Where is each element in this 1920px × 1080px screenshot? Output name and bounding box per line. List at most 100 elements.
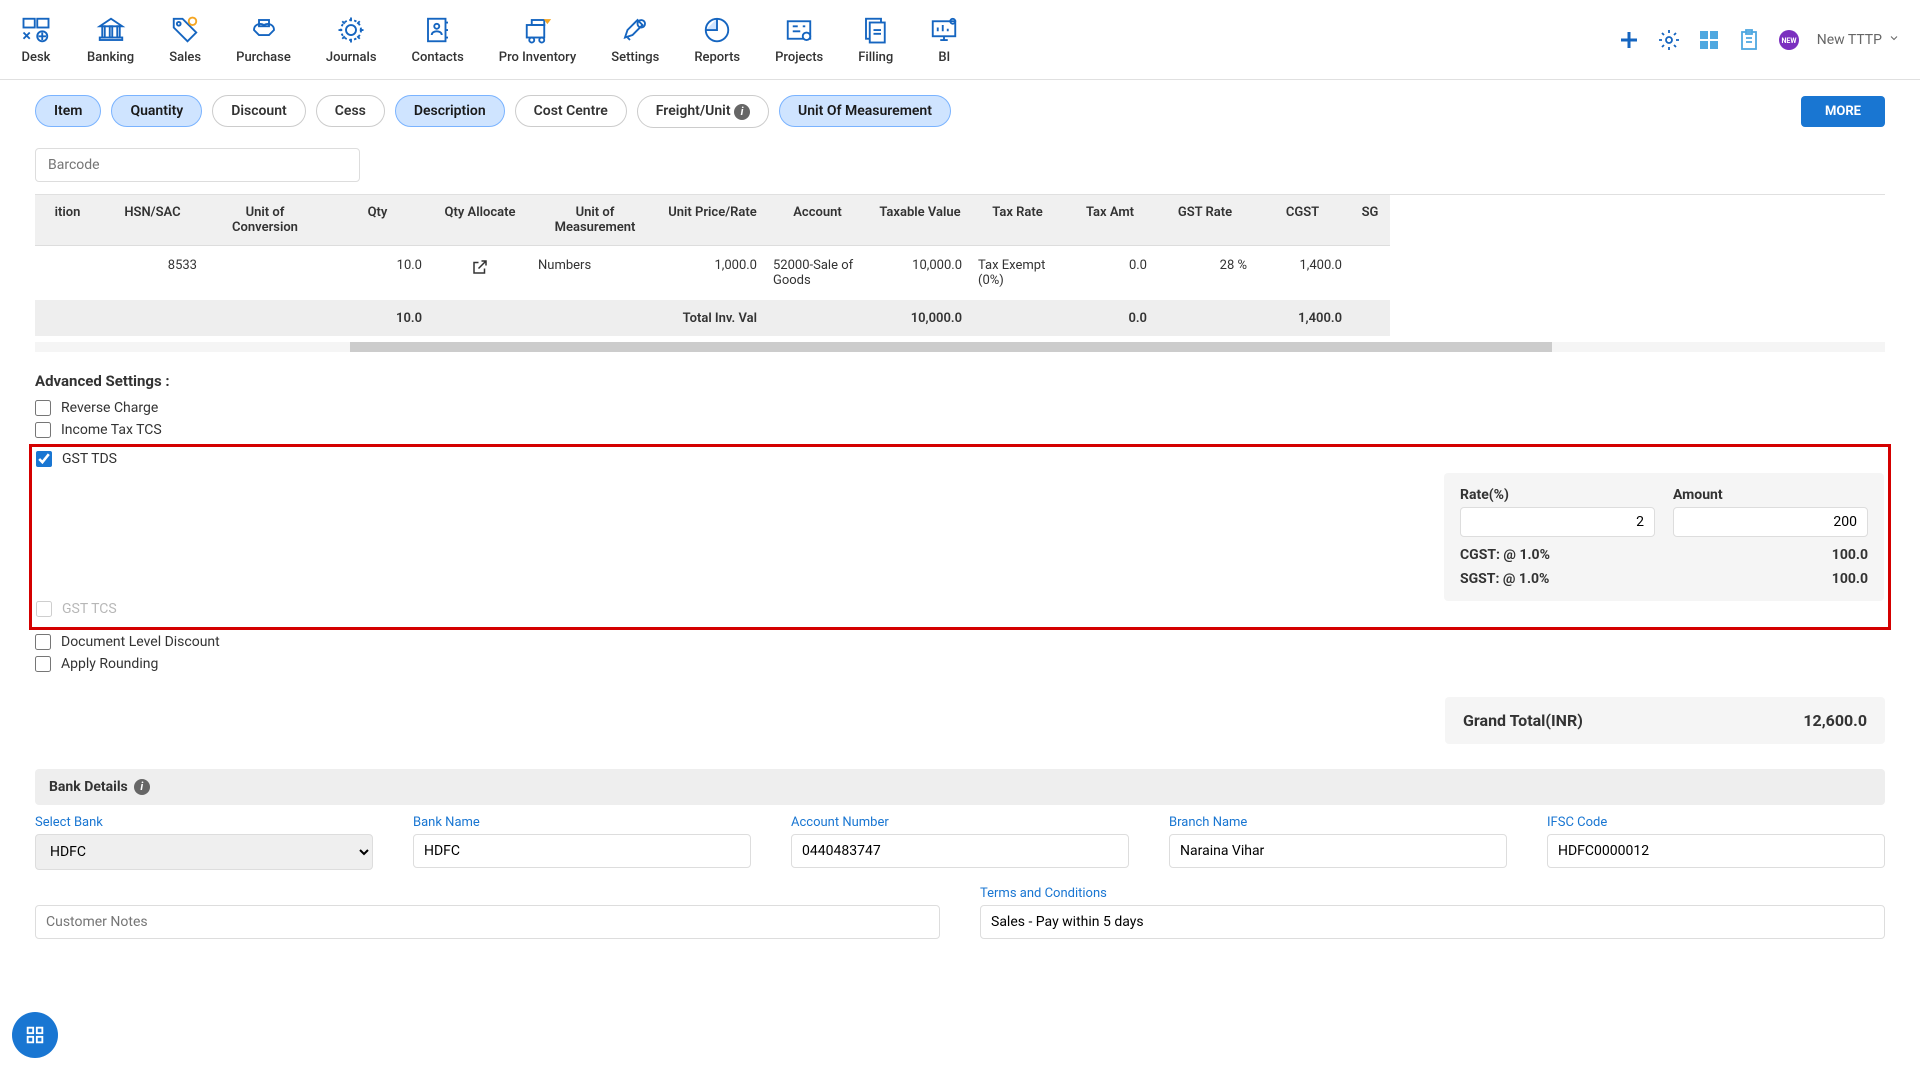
- nav-label: Banking: [87, 50, 134, 65]
- add-icon[interactable]: [1617, 28, 1641, 52]
- check-income-tax-tcs[interactable]: Income Tax TCS: [35, 422, 1885, 438]
- cell-uoc[interactable]: [205, 246, 325, 301]
- topbar-right: NEW New TTTP: [1617, 28, 1900, 52]
- account-number-input[interactable]: [791, 834, 1129, 868]
- clipboard-icon[interactable]: [1737, 28, 1761, 52]
- nav-journals[interactable]: Journals: [326, 14, 377, 65]
- cell-rate[interactable]: 1,000.0: [660, 246, 765, 301]
- check-doc-discount[interactable]: Document Level Discount: [35, 634, 1885, 650]
- col-qtyalloc: Qty Allocate: [430, 195, 530, 246]
- pill-discount[interactable]: Discount: [212, 95, 306, 127]
- nav-banking[interactable]: Banking: [87, 14, 134, 65]
- pill-cess[interactable]: Cess: [316, 95, 385, 127]
- tds-rate-input[interactable]: [1460, 507, 1655, 537]
- pill-freight[interactable]: Freight/Unit i: [637, 95, 769, 128]
- col-taxable: Taxable Value: [870, 195, 970, 246]
- cell-hsn[interactable]: 8533: [100, 246, 205, 301]
- footer-cgst: 1,400.0: [1255, 301, 1350, 336]
- nav-label: BI: [938, 50, 950, 65]
- cell-qtyalloc[interactable]: [430, 246, 530, 301]
- horizontal-scrollbar[interactable]: [35, 342, 1885, 352]
- new-badge-icon[interactable]: NEW: [1777, 28, 1801, 52]
- more-button[interactable]: MORE: [1801, 96, 1885, 127]
- line-items-table: ition HSN/SAC Unit of Conversion Qty Qty…: [35, 194, 1885, 336]
- nav-label: Purchase: [236, 50, 291, 65]
- col-hsn: HSN/SAC: [100, 195, 205, 246]
- footer-taxable: 10,000.0: [870, 301, 970, 336]
- cell-qty[interactable]: 10.0: [325, 246, 430, 301]
- projects-icon: [783, 14, 815, 46]
- col-uom: Unit of Measurement: [530, 195, 660, 246]
- open-icon[interactable]: [471, 258, 489, 276]
- col-uoc: Unit of Conversion: [205, 195, 325, 246]
- filling-icon: [860, 14, 892, 46]
- chevron-down-icon: [1888, 32, 1900, 48]
- cell-uom[interactable]: Numbers: [530, 246, 660, 301]
- check-rounding[interactable]: Apply Rounding: [35, 656, 1885, 672]
- cell-taxrate[interactable]: Tax Exempt (0%): [970, 246, 1065, 301]
- svg-text:NEW: NEW: [1781, 37, 1797, 45]
- cell-gstrate[interactable]: 28 %: [1155, 246, 1255, 301]
- nav-contacts[interactable]: Contacts: [412, 14, 464, 65]
- nav-reports[interactable]: Reports: [694, 14, 740, 65]
- pill-uom[interactable]: Unit Of Measurement: [779, 95, 951, 127]
- col-account: Account: [765, 195, 870, 246]
- footer-blank: [100, 301, 205, 336]
- cell-account[interactable]: 52000-Sale of Goods: [765, 246, 870, 301]
- tds-amount-label: Amount: [1673, 487, 1868, 503]
- check-reverse-charge[interactable]: Reverse Charge: [35, 400, 1885, 416]
- nav-projects[interactable]: Projects: [775, 14, 823, 65]
- footer-blank: [1350, 301, 1390, 336]
- nav-filling[interactable]: Filling: [858, 14, 893, 65]
- nav-settings[interactable]: Settings: [611, 14, 659, 65]
- check-gst-tds[interactable]: GST TDS: [36, 451, 1884, 467]
- contacts-icon: [422, 14, 454, 46]
- ifsc-input[interactable]: [1547, 834, 1885, 868]
- cell-sgst[interactable]: [1350, 246, 1390, 301]
- pill-item[interactable]: Item: [35, 95, 101, 127]
- customer-notes-input[interactable]: [35, 905, 940, 939]
- advanced-settings-title: Advanced Settings :: [35, 372, 1885, 390]
- pill-quantity[interactable]: Quantity: [111, 95, 202, 127]
- account-number-label: Account Number: [791, 815, 1129, 830]
- terms-input[interactable]: [980, 905, 1885, 939]
- footer-taxamt: 0.0: [1065, 301, 1155, 336]
- tds-sgst-label: SGST: @ 1.0%: [1460, 571, 1549, 587]
- bi-icon: [928, 14, 960, 46]
- col-rate: Unit Price/Rate: [660, 195, 765, 246]
- footer-blank: [530, 301, 660, 336]
- nav-inventory[interactable]: Pro Inventory: [499, 14, 576, 65]
- nav-sales[interactable]: Sales: [169, 14, 201, 65]
- apps-fab[interactable]: [12, 1012, 58, 1058]
- footer-blank: [1155, 301, 1255, 336]
- check-gst-tcs[interactable]: GST TCS: [36, 601, 1884, 617]
- cell-taxable[interactable]: 10,000.0: [870, 246, 970, 301]
- select-bank[interactable]: HDFC: [35, 834, 373, 870]
- table-row[interactable]: [35, 246, 100, 301]
- nav-label: Projects: [775, 50, 823, 65]
- pill-cost-centre[interactable]: Cost Centre: [515, 95, 627, 127]
- calculator-icon[interactable]: [1697, 28, 1721, 52]
- info-icon: i: [734, 104, 750, 120]
- gear-icon[interactable]: [1657, 28, 1681, 52]
- cell-taxamt[interactable]: 0.0: [1065, 246, 1155, 301]
- purchase-icon: [248, 14, 280, 46]
- user-menu[interactable]: New TTTP: [1817, 32, 1900, 48]
- info-icon[interactable]: i: [134, 779, 150, 795]
- tds-amount-input[interactable]: [1673, 507, 1868, 537]
- nav-desk[interactable]: Desk: [20, 14, 52, 65]
- terms-row: x Terms and Conditions: [35, 886, 1885, 939]
- cell-cgst[interactable]: 1,400.0: [1255, 246, 1350, 301]
- barcode-input[interactable]: [35, 148, 360, 182]
- nav-bi[interactable]: BI: [928, 14, 960, 65]
- grand-total-row: Grand Total(INR) 12,600.0: [35, 697, 1885, 744]
- footer-blank: [430, 301, 530, 336]
- nav-label: Pro Inventory: [499, 50, 576, 65]
- pill-description[interactable]: Description: [395, 95, 505, 127]
- bank-name-input[interactable]: [413, 834, 751, 868]
- desk-icon: [20, 14, 52, 46]
- grand-total-label: Grand Total(INR): [1463, 711, 1583, 730]
- branch-name-input[interactable]: [1169, 834, 1507, 868]
- footer-label: Total Inv. Val: [660, 301, 765, 336]
- nav-purchase[interactable]: Purchase: [236, 14, 291, 65]
